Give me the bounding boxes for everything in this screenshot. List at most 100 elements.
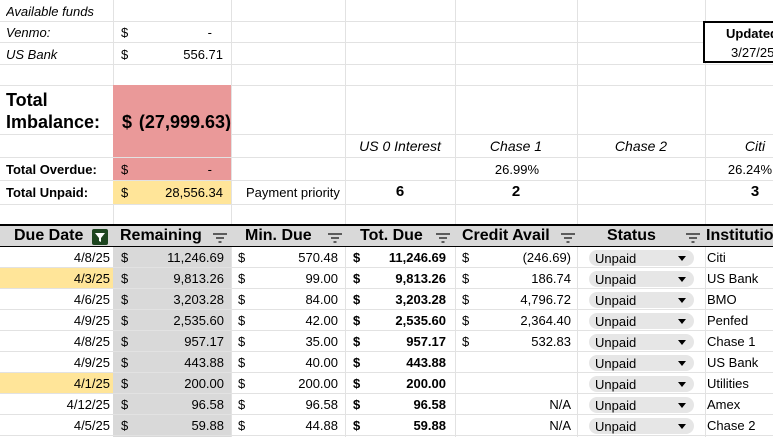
- venmo-label: Venmo:: [6, 24, 51, 40]
- min-due-cell[interactable]: 35.00: [250, 333, 338, 349]
- institution-cell[interactable]: BMO: [707, 291, 773, 307]
- due-date-cell[interactable]: 4/8/25: [0, 333, 110, 349]
- remaining-cell[interactable]: 96.58: [130, 396, 224, 412]
- filter-icon[interactable]: [436, 233, 450, 243]
- header-credit-avail[interactable]: Credit Avail: [462, 227, 562, 245]
- card-priority-3: 3: [750, 182, 760, 200]
- remaining-cell[interactable]: 443.88: [130, 354, 224, 370]
- status-value: Unpaid: [595, 313, 637, 329]
- header-institution[interactable]: Institution: [706, 227, 773, 245]
- remaining-cell[interactable]: 2,535.60: [130, 312, 224, 328]
- due-date-cell[interactable]: 4/9/25: [0, 354, 110, 370]
- status-dropdown[interactable]: Unpaid: [589, 250, 694, 266]
- tot-due-cell[interactable]: 443.88: [365, 354, 446, 370]
- currency-symbol: $: [238, 396, 246, 412]
- status-value: Unpaid: [595, 418, 637, 434]
- tot-due-cell[interactable]: 2,535.60: [365, 312, 446, 328]
- header-remaining[interactable]: Remaining: [120, 227, 210, 245]
- imbalance-label-line1: Total: [6, 91, 48, 109]
- due-date-cell[interactable]: 4/3/25: [0, 270, 110, 286]
- status-dropdown[interactable]: Unpaid: [589, 397, 694, 413]
- min-due-cell[interactable]: 40.00: [250, 354, 338, 370]
- institution-cell[interactable]: Citi: [707, 249, 773, 265]
- due-date-cell[interactable]: 4/5/25: [0, 417, 110, 433]
- status-dropdown[interactable]: Unpaid: [589, 271, 694, 287]
- tot-due-cell[interactable]: 59.88: [365, 417, 446, 433]
- credit-avail-cell[interactable]: 186.74: [475, 270, 571, 286]
- spreadsheet: Available funds Venmo: $ - US Bank $ 556…: [0, 0, 773, 437]
- currency-symbol: $: [121, 270, 129, 286]
- due-date-cell[interactable]: 4/9/25: [0, 312, 110, 328]
- dropdown-arrow-icon: [678, 361, 686, 366]
- tot-due-cell[interactable]: 9,813.26: [365, 270, 446, 286]
- unpaid-value: 28,556.34: [165, 184, 223, 200]
- institution-cell[interactable]: US Bank: [707, 270, 773, 286]
- due-date-cell[interactable]: 4/6/25: [0, 291, 110, 307]
- header-due-date[interactable]: Due Date: [14, 227, 104, 245]
- filter-icon[interactable]: [328, 233, 342, 243]
- tot-due-cell[interactable]: 11,246.69: [365, 249, 446, 265]
- min-due-cell[interactable]: 570.48: [250, 249, 338, 265]
- dropdown-arrow-icon: [678, 382, 686, 387]
- institution-cell[interactable]: Utilities: [707, 375, 773, 391]
- remaining-cell[interactable]: 59.88: [130, 417, 224, 433]
- due-date-cell[interactable]: 4/1/25: [0, 375, 110, 391]
- credit-avail-cell[interactable]: [475, 354, 571, 370]
- tot-due-cell[interactable]: 200.00: [365, 375, 446, 391]
- status-dropdown[interactable]: Unpaid: [589, 418, 694, 434]
- credit-avail-cell[interactable]: (246.69): [475, 249, 571, 265]
- header-status[interactable]: Status: [607, 227, 677, 245]
- due-date-cell[interactable]: 4/8/25: [0, 249, 110, 265]
- institution-cell[interactable]: Penfed: [707, 312, 773, 328]
- status-dropdown[interactable]: Unpaid: [589, 334, 694, 350]
- remaining-cell[interactable]: 3,203.28: [130, 291, 224, 307]
- institution-cell[interactable]: Chase 2: [707, 417, 773, 433]
- remaining-cell[interactable]: 11,246.69: [130, 249, 224, 265]
- min-due-cell[interactable]: 44.88: [250, 417, 338, 433]
- due-date-cell[interactable]: 4/12/25: [0, 396, 110, 412]
- tot-due-cell[interactable]: 957.17: [365, 333, 446, 349]
- status-dropdown[interactable]: Unpaid: [589, 313, 694, 329]
- status-value: Unpaid: [595, 334, 637, 350]
- credit-avail-cell[interactable]: [475, 375, 571, 391]
- header-min-due[interactable]: Min. Due: [245, 227, 325, 245]
- filter-active-icon[interactable]: [92, 229, 108, 245]
- card-name-2: Chase 2: [614, 138, 668, 154]
- header-tot-due[interactable]: Tot. Due: [360, 227, 440, 245]
- payment-priority-label: Payment priority: [246, 184, 340, 200]
- filter-icon[interactable]: [686, 233, 700, 243]
- credit-avail-cell[interactable]: 532.83: [475, 333, 571, 349]
- currency-symbol: $: [238, 291, 246, 307]
- remaining-cell[interactable]: 957.17: [130, 333, 224, 349]
- filter-icon[interactable]: [561, 233, 575, 243]
- credit-avail-cell[interactable]: N/A: [475, 396, 571, 412]
- filter-icon[interactable]: [213, 233, 227, 243]
- currency-symbol: $: [353, 291, 361, 307]
- credit-avail-cell[interactable]: 4,796.72: [475, 291, 571, 307]
- min-due-cell[interactable]: 99.00: [250, 270, 338, 286]
- status-dropdown[interactable]: Unpaid: [589, 376, 694, 392]
- remaining-cell[interactable]: 200.00: [130, 375, 224, 391]
- currency-symbol: $: [353, 312, 361, 328]
- institution-cell[interactable]: Chase 1: [707, 333, 773, 349]
- currency-symbol: $: [121, 249, 129, 265]
- tot-due-cell[interactable]: 3,203.28: [365, 291, 446, 307]
- currency-symbol: $: [121, 354, 129, 370]
- status-dropdown[interactable]: Unpaid: [589, 355, 694, 371]
- tot-due-cell[interactable]: 96.58: [365, 396, 446, 412]
- overdue-currency: $: [121, 161, 129, 177]
- min-due-cell[interactable]: 42.00: [250, 312, 338, 328]
- currency-symbol: $: [238, 375, 246, 391]
- min-due-cell[interactable]: 96.58: [250, 396, 338, 412]
- currency-symbol: $: [462, 333, 470, 349]
- card-rate-3: 26.24%: [727, 161, 772, 177]
- overdue-value: -: [207, 161, 212, 177]
- status-dropdown[interactable]: Unpaid: [589, 292, 694, 308]
- institution-cell[interactable]: US Bank: [707, 354, 773, 370]
- min-due-cell[interactable]: 84.00: [250, 291, 338, 307]
- remaining-cell[interactable]: 9,813.26: [130, 270, 224, 286]
- institution-cell[interactable]: Amex: [707, 396, 773, 412]
- min-due-cell[interactable]: 200.00: [250, 375, 338, 391]
- credit-avail-cell[interactable]: 2,364.40: [475, 312, 571, 328]
- credit-avail-cell[interactable]: N/A: [475, 417, 571, 433]
